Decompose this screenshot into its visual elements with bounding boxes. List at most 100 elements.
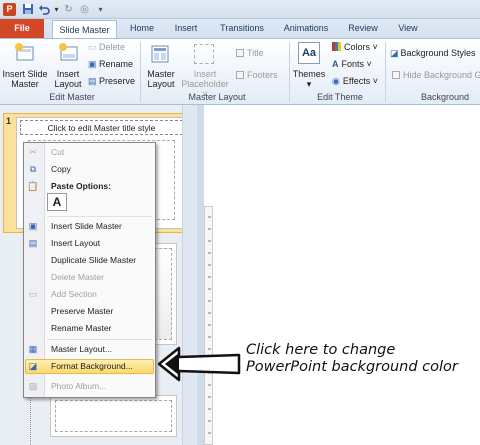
insert-slide-master-label-1: Insert Slide [2, 69, 48, 79]
menu-item-rename-master[interactable]: Rename Master [51, 323, 111, 334]
customize-qat-icon[interactable]: ▾ [94, 3, 107, 16]
insert-slide-master-button[interactable]: Insert Slide Master [2, 69, 48, 89]
menu-separator [47, 339, 152, 340]
tab-review[interactable]: Review [342, 19, 384, 38]
delete-icon: ▭ [88, 42, 100, 52]
fonts-button[interactable]: A Fonts ˅ [332, 59, 372, 70]
rename-button[interactable]: ▣ Rename [88, 59, 133, 70]
menu-item-insert-layout[interactable]: Insert Layout [51, 238, 100, 249]
footers-checkbox[interactable]: Footers [236, 70, 278, 81]
tab-view[interactable]: View [391, 19, 425, 38]
effects-button[interactable]: ◉ Effects ˅ [332, 76, 378, 87]
vertical-ruler [204, 206, 213, 445]
insert-slide-master-label-2: Master [11, 79, 39, 89]
undo-icon[interactable] [37, 3, 50, 16]
redo-icon[interactable]: ↻ [62, 3, 75, 16]
menu-item-insert-slide-master[interactable]: Insert Slide Master [51, 221, 122, 232]
photo-album-icon: ▨ [28, 381, 38, 391]
effects-label: Effects ˅ [342, 76, 378, 86]
insert-layout-label-2: Layout [54, 79, 82, 89]
slide-editing-area [197, 105, 480, 445]
paste-icon: 📋 [27, 181, 39, 191]
menu-item-format-background[interactable]: Format Background... [51, 361, 133, 372]
ribbon-divider [385, 42, 386, 102]
master-layout-menu-icon: ▦ [28, 344, 38, 354]
tab-home[interactable]: Home [122, 19, 162, 38]
menu-item-duplicate-slide-master[interactable]: Duplicate Slide Master [51, 255, 136, 266]
layout-thumbnail[interactable] [50, 395, 177, 437]
background-styles-button[interactable]: ◪ Background Styles [390, 48, 476, 59]
insert-slide-master-menu-icon: ▣ [28, 221, 38, 231]
insert-layout-button[interactable]: Insert Layout [52, 69, 84, 89]
menu-item-photo-album[interactable]: Photo Album... [51, 381, 106, 392]
tab-transitions[interactable]: Transitions [212, 19, 272, 38]
insert-layout-icon[interactable] [58, 42, 80, 64]
paste-keep-text-only-button[interactable]: A [47, 193, 67, 211]
insert-slide-master-icon[interactable] [14, 42, 36, 64]
group-label-background: Background [420, 92, 470, 102]
themes-icon[interactable]: Aa [298, 42, 320, 64]
title-checkbox-box [236, 49, 244, 57]
hide-background-label: Hide Background G [403, 70, 480, 80]
themes-label: Themes [292, 69, 326, 79]
background-styles-icon: ◪ [390, 48, 399, 58]
preserve-button[interactable]: ▤ Preserve [88, 76, 135, 87]
title-checkbox[interactable]: Title [236, 48, 264, 59]
ribbon-divider [140, 42, 141, 102]
menu-item-add-section[interactable]: Add Section [51, 289, 97, 300]
colors-button[interactable]: Colors ˅ [332, 42, 378, 53]
menu-item-preserve-master[interactable]: Preserve Master [51, 306, 113, 317]
footers-checkbox-box [236, 71, 244, 79]
menu-item-delete-master[interactable]: Delete Master [51, 272, 104, 283]
annotation-callout: Click here to change PowerPoint backgrou… [246, 342, 478, 376]
powerpoint-logo-icon[interactable]: P [3, 3, 16, 16]
title-checkbox-label: Title [247, 48, 264, 58]
master-layout-label-1: Master [147, 69, 175, 79]
cut-icon: ✂ [29, 147, 37, 157]
group-label-master-layout: Master Layout [188, 92, 246, 102]
menu-item-master-layout[interactable]: Master Layout... [51, 344, 112, 355]
slides-panel-scrollbar[interactable] [182, 105, 197, 445]
thumbnail-title-placeholder: Click to edit Master title style [20, 120, 183, 135]
slide-number: 1 [6, 116, 12, 126]
tab-insert[interactable]: Insert [167, 19, 205, 38]
themes-button[interactable]: Themes ▾ [290, 69, 328, 89]
insert-placeholder-label-1: Insert [193, 69, 217, 79]
add-section-icon: ▭ [28, 289, 38, 299]
fonts-icon: A [332, 59, 339, 69]
tab-slide-master[interactable]: Slide Master [52, 20, 117, 39]
delete-label: Delete [99, 42, 126, 52]
master-layout-icon[interactable] [150, 44, 170, 64]
copy-icon: ⧉ [29, 164, 37, 174]
pane-splitter[interactable] [197, 105, 204, 445]
themes-dropdown-icon: ▾ [306, 79, 312, 89]
hide-background-checkbox[interactable]: Hide Background G [392, 70, 480, 81]
insert-placeholder-icon[interactable] [194, 44, 214, 64]
master-layout-button[interactable]: Master Layout [144, 69, 178, 89]
tab-file[interactable]: File [0, 19, 44, 38]
preserve-icon: ▤ [88, 76, 100, 86]
annotation-arrow-icon [157, 346, 241, 382]
menu-separator [47, 216, 152, 217]
menu-item-cut[interactable]: Cut [51, 147, 64, 158]
tab-animations[interactable]: Animations [277, 19, 335, 38]
rename-icon: ▣ [88, 59, 100, 69]
fonts-label: Fonts ˅ [341, 59, 372, 69]
annotation-line-2: PowerPoint background color [246, 359, 458, 375]
colors-icon [332, 42, 341, 51]
background-styles-label: Background Styles [400, 48, 476, 58]
delete-button[interactable]: ▭ Delete [88, 42, 125, 53]
insert-layout-menu-icon: ▤ [28, 238, 38, 248]
master-layout-label-2: Layout [147, 79, 175, 89]
colors-label: Colors ˅ [344, 42, 378, 52]
insert-layout-label-1: Insert [56, 69, 80, 79]
menu-item-paste-options: Paste Options: [51, 181, 111, 191]
repeat-icon[interactable]: ◎ [78, 3, 91, 16]
annotation-line-1: Click here to change [246, 342, 396, 358]
group-label-edit-master: Edit Master [49, 92, 95, 102]
menu-item-copy[interactable]: Copy [51, 164, 71, 175]
layout-thumbnail-placeholder [55, 400, 172, 432]
preserve-label: Preserve [99, 76, 136, 86]
save-icon[interactable] [21, 3, 34, 16]
format-background-icon: ◪ [28, 361, 38, 371]
